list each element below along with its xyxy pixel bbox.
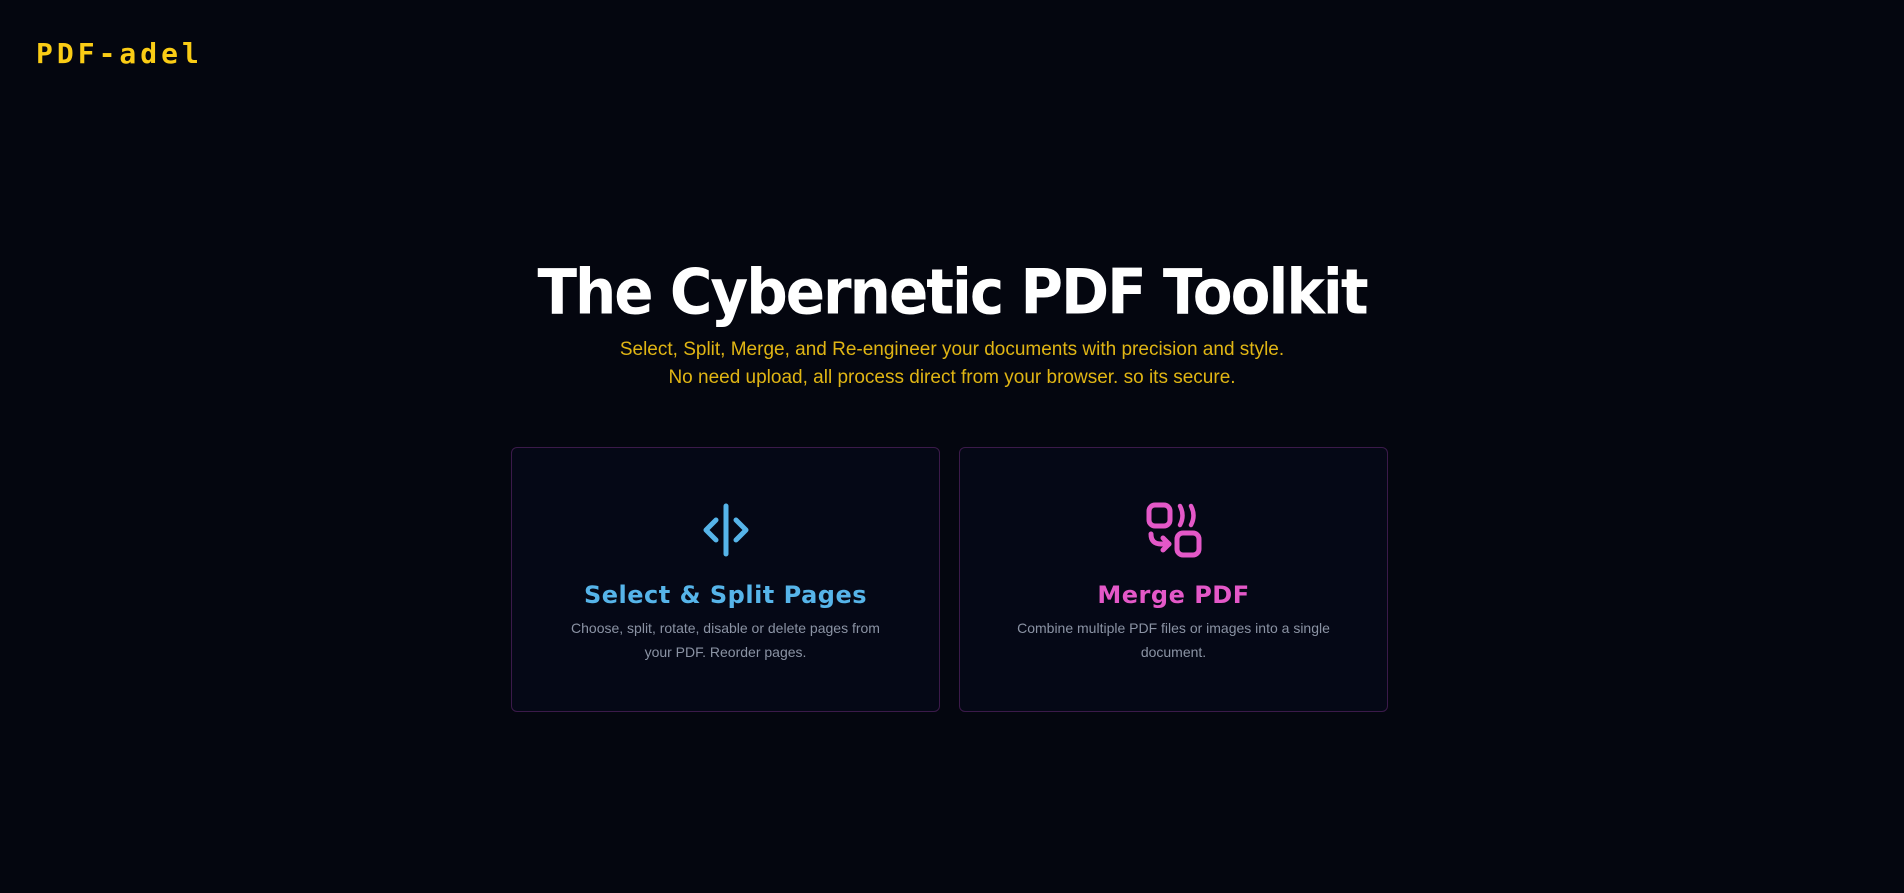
split-pages-card-title: Select & Split Pages	[583, 581, 868, 609]
hero-subtitle-line-2: No need upload, all process direct from …	[668, 367, 1236, 388]
hero-subtitle-line-1: Select, Split, Merge, and Re-engineer yo…	[619, 339, 1285, 360]
page-title: The Cybernetic PDF Toolkit	[537, 255, 1368, 329]
merge-pdf-card-description: Combine multiple PDF files or images int…	[1017, 620, 1330, 660]
hero-subtitle: Select, Split, Merge, and Re-engineer yo…	[0, 336, 1904, 392]
split-icon	[703, 503, 748, 557]
merge-pdf-card[interactable]: Merge PDF Combine multiple PDF files or …	[959, 447, 1388, 712]
merge-pdf-card-title: Merge PDF	[1097, 581, 1250, 609]
merge-icon	[1146, 502, 1201, 558]
split-pages-card[interactable]: Select & Split Pages Choose, split, rota…	[511, 447, 940, 712]
tool-cards: Select & Split Pages Choose, split, rota…	[511, 447, 1391, 714]
brand-logo[interactable]: PDF-adel	[36, 36, 203, 72]
hero-section: The Cybernetic PDF Toolkit Select, Split…	[0, 255, 1904, 392]
split-pages-card-description: Choose, split, rotate, disable or delete…	[571, 620, 880, 660]
